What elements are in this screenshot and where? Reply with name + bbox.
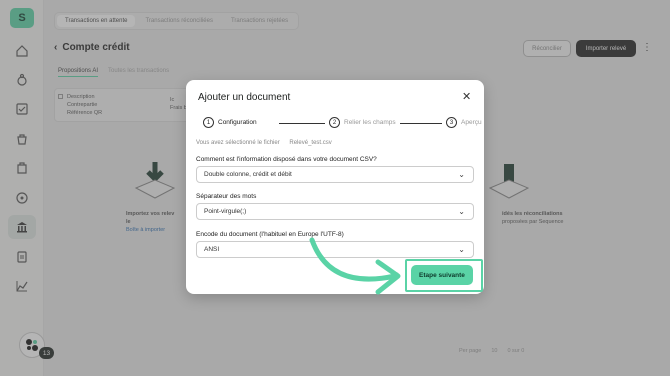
- step-divider: [400, 123, 442, 124]
- step-link-fields: 2 Relier les champs: [329, 117, 396, 128]
- encoding-value: ANSI: [204, 246, 220, 253]
- step-label: Configuration: [218, 119, 257, 126]
- encoding-label: Encode du document (l'habituel en Europe…: [196, 231, 344, 238]
- step-number: 3: [446, 117, 457, 128]
- modal-title: Ajouter un document: [198, 92, 291, 103]
- csv-layout-select[interactable]: Double colonne, crédit et débit ⌄: [196, 166, 474, 183]
- step-number: 2: [329, 117, 340, 128]
- step-preview: 3 Aperçu: [446, 117, 482, 128]
- step-label: Relier les champs: [344, 119, 396, 126]
- csv-layout-label: Comment est l'information disposé dans v…: [196, 156, 377, 163]
- separator-label: Séparateur des mots: [196, 193, 257, 200]
- selected-file-info: Vous avez sélectionné le fichier Relevé_…: [196, 140, 332, 146]
- step-label: Aperçu: [461, 119, 482, 126]
- separator-value: Point-virgule(;): [204, 208, 247, 215]
- chevron-down-icon: ⌄: [458, 245, 465, 254]
- chevron-down-icon: ⌄: [458, 170, 465, 179]
- separator-select[interactable]: Point-virgule(;) ⌄: [196, 203, 474, 220]
- selected-file-name: Relevé_test.csv: [289, 140, 332, 146]
- encoding-select[interactable]: ANSI ⌄: [196, 241, 474, 258]
- next-step-button[interactable]: Etape suivante: [411, 265, 473, 285]
- step-configuration: 1 Configuration: [203, 117, 257, 128]
- step-divider: [279, 123, 325, 124]
- selected-file-prefix: Vous avez sélectionné le fichier: [196, 140, 280, 146]
- close-icon[interactable]: ✕: [462, 92, 471, 103]
- stepper: 1 Configuration 2 Relier les champs 3 Ap…: [203, 117, 482, 129]
- chevron-down-icon: ⌄: [458, 207, 465, 216]
- cancel-button[interactable]: t: [397, 272, 399, 279]
- step-number: 1: [203, 117, 214, 128]
- csv-layout-value: Double colonne, crédit et débit: [204, 171, 292, 178]
